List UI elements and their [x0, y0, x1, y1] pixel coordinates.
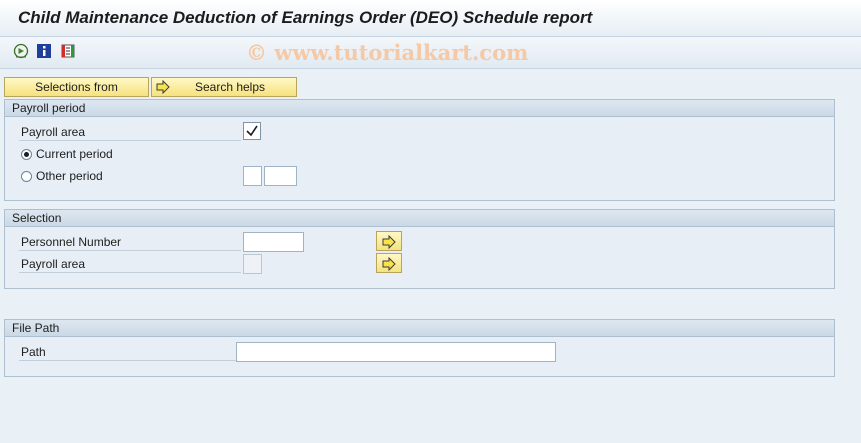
checkmark-icon — [246, 125, 258, 137]
path-label: Path — [19, 343, 241, 361]
other-period-label: Other period — [36, 169, 103, 183]
selection-payroll-area-label: Payroll area — [19, 255, 241, 273]
search-helps-button[interactable]: Search helps — [151, 77, 297, 97]
payroll-period-header: Payroll period — [5, 100, 834, 117]
file-path-header: File Path — [5, 320, 834, 337]
selections-from-label: Selections from — [35, 80, 118, 94]
personnel-number-label: Personnel Number — [19, 233, 241, 251]
path-input[interactable] — [236, 342, 556, 362]
arrow-right-icon — [382, 235, 396, 249]
current-period-radio[interactable] — [21, 149, 32, 160]
other-period-year-field[interactable] — [264, 166, 297, 186]
other-period-number-field[interactable] — [243, 166, 262, 186]
watermark: © www.tutorialkart.com — [246, 40, 529, 65]
search-helps-label: Search helps — [194, 80, 266, 94]
arrow-right-icon — [156, 80, 170, 94]
other-period-radio[interactable] — [21, 171, 32, 182]
page-title: Child Maintenance Deduction of Earnings … — [18, 8, 593, 27]
title-bar: Child Maintenance Deduction of Earnings … — [0, 0, 861, 37]
payroll-area-checkbox[interactable] — [243, 122, 261, 140]
info-icon[interactable] — [36, 43, 52, 59]
file-path-group: File Path Path — [4, 319, 835, 377]
current-period-label: Current period — [36, 147, 113, 161]
personnel-number-input[interactable] — [243, 232, 304, 252]
execute-icon[interactable] — [13, 43, 29, 59]
selection-payroll-area-input[interactable] — [243, 254, 262, 274]
selections-from-button[interactable]: Selections from — [4, 77, 149, 97]
payroll-period-group: Payroll period Payroll area Current peri… — [4, 99, 835, 201]
payroll-area-multiple-selection-button[interactable] — [376, 253, 402, 273]
application-toolbar: © www.tutorialkart.com — [0, 37, 861, 69]
arrow-right-icon — [382, 257, 396, 271]
selection-group: Selection Personnel Number Payroll area — [4, 209, 835, 289]
personnel-number-multiple-selection-button[interactable] — [376, 231, 402, 251]
selection-header: Selection — [5, 210, 834, 227]
payroll-area-label: Payroll area — [19, 123, 241, 141]
selection-variant-icon[interactable] — [60, 43, 76, 59]
